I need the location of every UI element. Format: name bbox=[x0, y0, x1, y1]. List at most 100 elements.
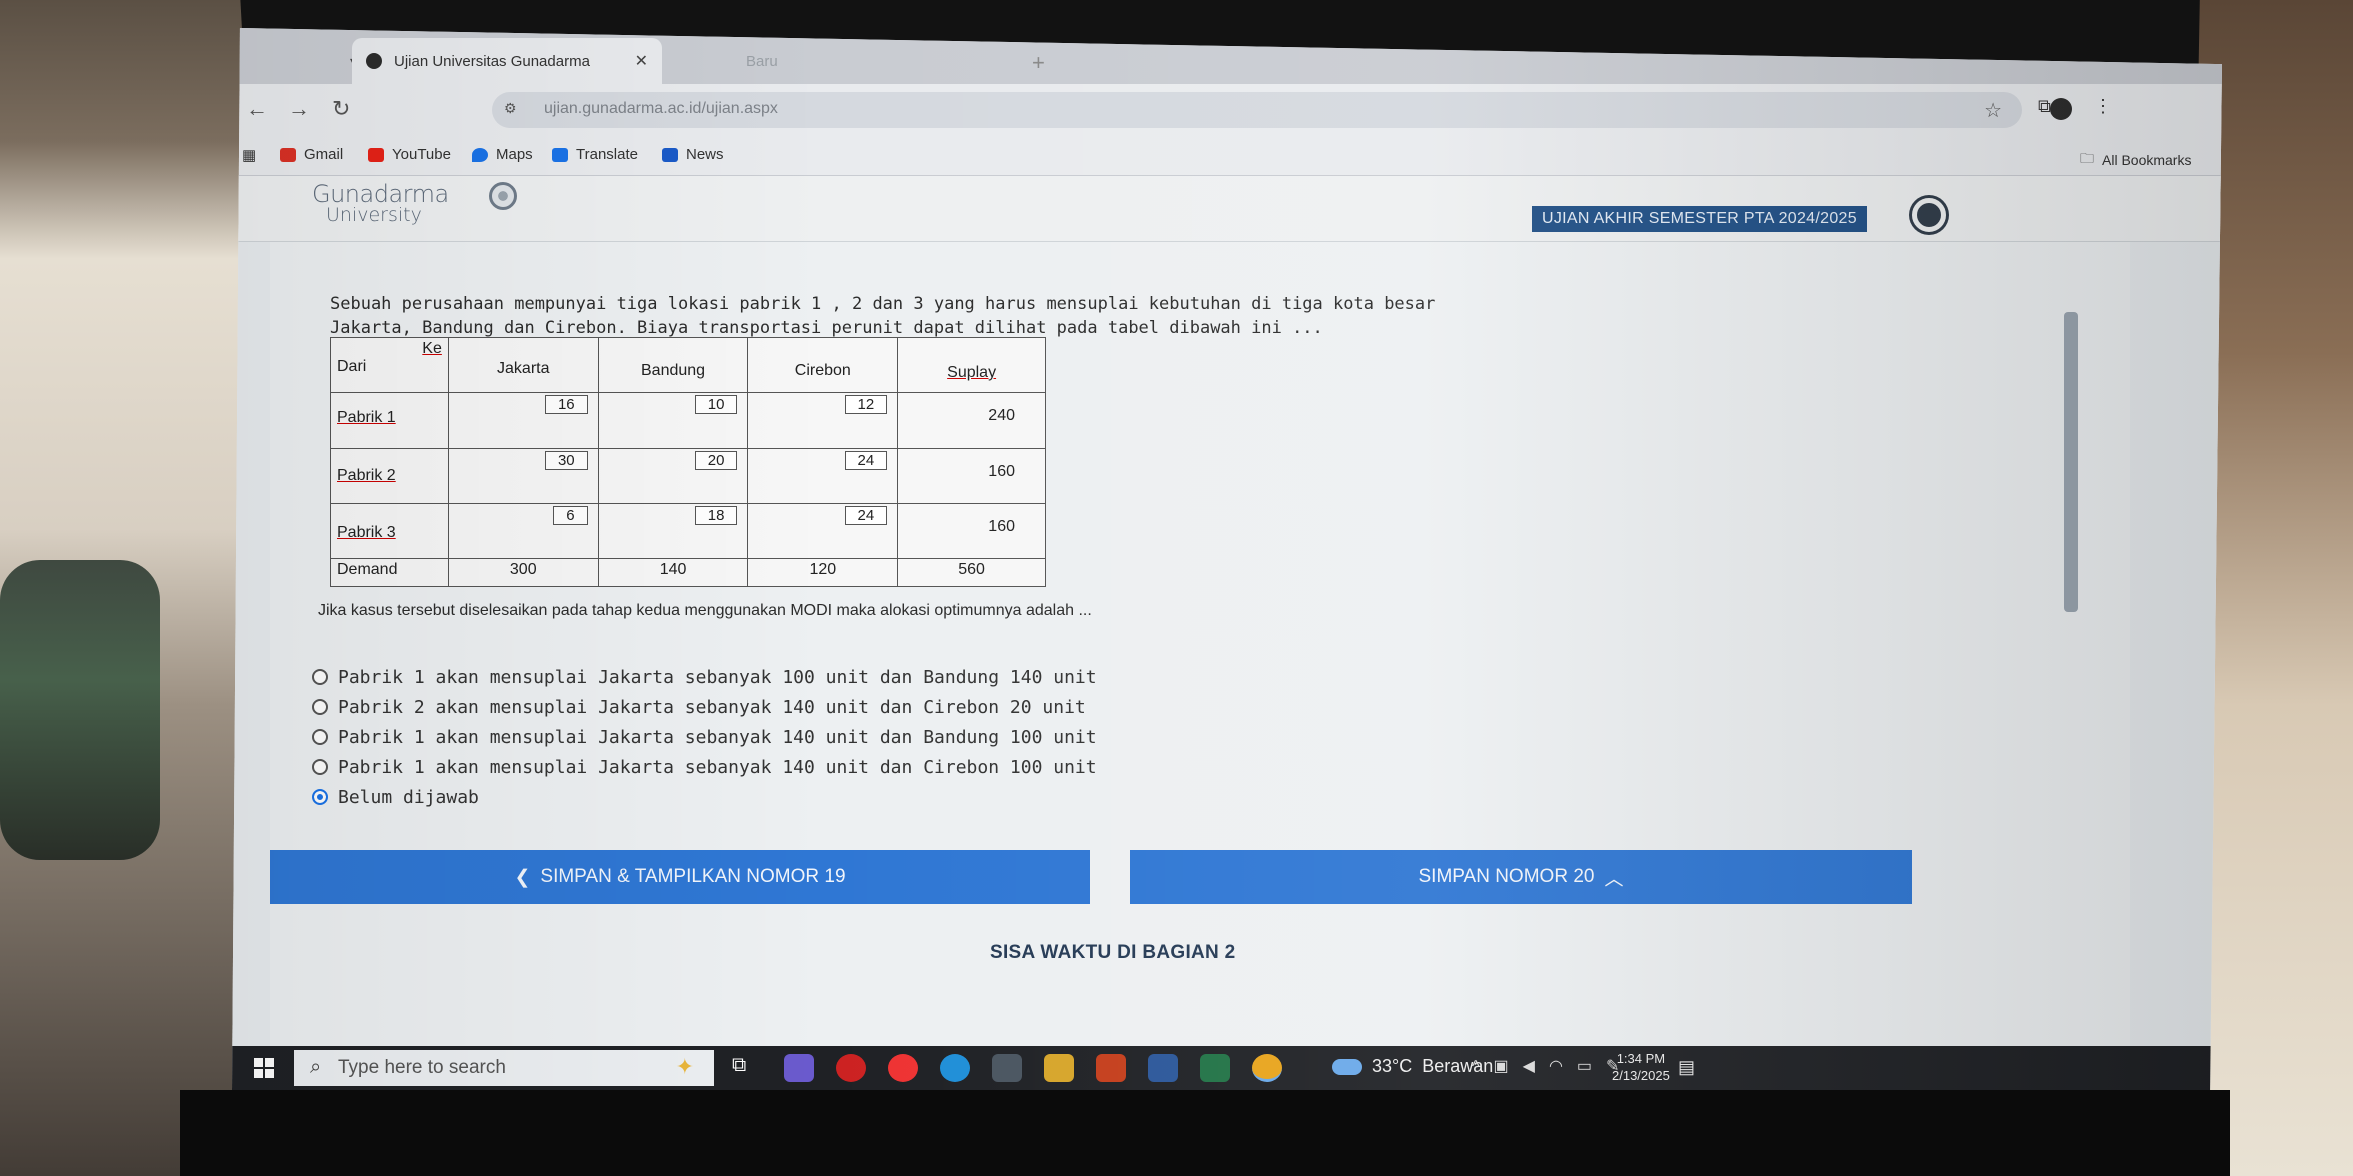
maps-icon bbox=[472, 147, 488, 162]
cost-cell: 12 bbox=[747, 392, 899, 449]
demand-label: Demand bbox=[330, 558, 449, 587]
copilot-app-icon[interactable] bbox=[784, 1054, 814, 1082]
header-ke: Ke bbox=[422, 340, 442, 357]
bookmark-star-icon[interactable]: ☆ bbox=[1984, 98, 2002, 123]
cost-cell: 18 bbox=[597, 502, 749, 560]
radio-button[interactable] bbox=[312, 699, 328, 715]
file-explorer-icon[interactable] bbox=[1044, 1054, 1074, 1082]
bookmark-gmail[interactable]: Gmail bbox=[280, 146, 343, 163]
chevron-left-icon: ❮ bbox=[514, 866, 531, 888]
chrome-icon[interactable] bbox=[1252, 1054, 1282, 1082]
question-prompt: Jika kasus tersebut diselesaikan pada ta… bbox=[318, 602, 1092, 619]
bookmark-maps[interactable]: Maps bbox=[472, 146, 533, 163]
opera-icon[interactable] bbox=[888, 1054, 918, 1082]
bookmark-label: YouTube bbox=[392, 146, 451, 163]
youtube-icon bbox=[368, 147, 384, 162]
word-icon[interactable] bbox=[1148, 1054, 1178, 1082]
taskbar-search-input[interactable]: ⌕ Type here to search ✦ bbox=[294, 1050, 714, 1086]
question-panel: Sebuah perusahaan mempunyai tiga lokasi … bbox=[270, 242, 2130, 1046]
radio-button[interactable] bbox=[312, 759, 328, 775]
save-next-button[interactable]: SIMPAN NOMOR 20 ︿ bbox=[1130, 850, 1912, 904]
bookmark-news[interactable]: News bbox=[662, 146, 724, 163]
excel-icon[interactable] bbox=[1200, 1054, 1230, 1082]
exam-title-badge: UJIAN AKHIR SEMESTER PTA 2024/2025 bbox=[1532, 206, 1867, 232]
save-and-show-previous-button[interactable]: ❮ SIMPAN & TAMPILKAN NOMOR 19 bbox=[270, 850, 1090, 904]
user-avatar[interactable] bbox=[1912, 198, 1946, 232]
row-label-text: Pabrik 3 bbox=[337, 523, 396, 541]
cost-cell: 10 bbox=[597, 392, 749, 449]
bookmark-label: Translate bbox=[576, 146, 638, 163]
bookmark-label: News bbox=[686, 146, 724, 163]
wifi-icon[interactable]: ◠ bbox=[1549, 1058, 1577, 1075]
edge-icon[interactable] bbox=[940, 1054, 970, 1082]
remaining-time-label: SISA WAKTU DI BAGIAN 2 bbox=[990, 942, 1236, 963]
notification-icon[interactable]: ▤ bbox=[1678, 1057, 1695, 1078]
forward-icon[interactable]: → bbox=[288, 96, 310, 122]
tab-inactive[interactable]: Baru bbox=[732, 38, 1012, 84]
demand-total: 560 bbox=[897, 558, 1046, 587]
all-bookmarks[interactable]: 🗀 All Bookmarks bbox=[2080, 148, 2191, 172]
row-label: Pabrik 1 bbox=[330, 392, 449, 449]
bookmark-youtube[interactable]: YouTube bbox=[368, 146, 451, 163]
battery-icon[interactable]: ▭ bbox=[1577, 1058, 1606, 1075]
question-line: Sebuah perusahaan mempunyai tiga lokasi … bbox=[330, 294, 1436, 314]
back-icon[interactable]: ← bbox=[246, 96, 268, 122]
clock[interactable]: 1:34 PM 2/13/2025 bbox=[1612, 1050, 1670, 1084]
demand-value: 300 bbox=[447, 558, 599, 587]
bookmark-translate[interactable]: Translate bbox=[552, 146, 638, 163]
favicon-icon bbox=[366, 53, 382, 69]
meet-icon[interactable]: ▣ bbox=[1494, 1058, 1523, 1075]
page-scrollbar[interactable] bbox=[2064, 312, 2078, 612]
chevron-up-icon[interactable]: ^ bbox=[1472, 1058, 1494, 1075]
weather-widget[interactable]: 33°C Berawan bbox=[1332, 1056, 1493, 1077]
demand-value: 120 bbox=[747, 558, 899, 587]
speaker-icon[interactable]: ◀ bbox=[1523, 1058, 1549, 1075]
url-text: ujian.gunadarma.ac.id/ujian.aspx bbox=[544, 100, 778, 117]
extensions-icon[interactable]: ⧉ bbox=[2038, 96, 2051, 117]
close-icon[interactable]: ✕ bbox=[635, 51, 648, 71]
apps-icon[interactable]: ▦ bbox=[242, 146, 256, 164]
menu-icon[interactable]: ⋮ bbox=[2094, 96, 2112, 117]
option-label: Pabrik 2 akan mensuplai Jakarta sebanyak… bbox=[338, 696, 1086, 718]
answer-option-4[interactable]: Pabrik 1 akan mensuplai Jakarta sebanyak… bbox=[312, 752, 1097, 782]
option-label: Pabrik 1 akan mensuplai Jakarta sebanyak… bbox=[338, 756, 1097, 778]
tab-active[interactable]: Ujian Universitas Gunadarma ✕ bbox=[352, 38, 662, 84]
answer-option-2[interactable]: Pabrik 2 akan mensuplai Jakarta sebanyak… bbox=[312, 692, 1097, 722]
radio-button-checked[interactable] bbox=[312, 789, 328, 805]
table-header-row: Ke Dari Jakarta Bandung Cirebon Suplay bbox=[330, 336, 1046, 394]
address-bar: ← → ↻ ⚙ ujian.gunadarma.ac.id/ujian.aspx… bbox=[232, 84, 2222, 136]
radio-button[interactable] bbox=[312, 729, 328, 745]
answer-option-unanswered[interactable]: Belum dijawab bbox=[312, 782, 1097, 812]
seal-icon bbox=[489, 182, 517, 210]
reload-icon[interactable]: ↻ bbox=[332, 96, 350, 122]
cost-value: 30 bbox=[544, 450, 588, 470]
supply-cell: 160 bbox=[897, 447, 1046, 504]
tab-title: Baru bbox=[746, 52, 778, 70]
url-input[interactable]: ⚙ ujian.gunadarma.ac.id/ujian.aspx ☆ bbox=[492, 92, 2022, 128]
windows-start-icon[interactable] bbox=[254, 1058, 274, 1078]
row-label: Pabrik 2 bbox=[330, 447, 449, 504]
radio-button[interactable] bbox=[312, 669, 328, 685]
camera-icon[interactable] bbox=[992, 1054, 1022, 1082]
cost-value: 10 bbox=[694, 395, 738, 415]
answer-option-3[interactable]: Pabrik 1 akan mensuplai Jakarta sebanyak… bbox=[312, 722, 1097, 752]
university-logo: Gunadarma University bbox=[312, 182, 517, 225]
table-row: Pabrik 2 30 20 24 160 bbox=[330, 447, 1046, 504]
task-view-icon[interactable]: ⧉ bbox=[732, 1054, 762, 1082]
profile-avatar[interactable] bbox=[2050, 98, 2072, 120]
answer-option-1[interactable]: Pabrik 1 akan mensuplai Jakarta sebanyak… bbox=[312, 662, 1097, 692]
exam-page: Gunadarma University UJIAN AKHIR SEMESTE… bbox=[232, 176, 2222, 1046]
opera-gx-icon[interactable] bbox=[836, 1054, 866, 1082]
powerpoint-icon[interactable] bbox=[1096, 1054, 1126, 1082]
site-info-icon[interactable]: ⚙ bbox=[504, 100, 517, 117]
new-tab-icon[interactable]: + bbox=[1032, 50, 1045, 76]
cost-cell: 20 bbox=[597, 447, 749, 504]
copilot-sparkle-icon: ✦ bbox=[675, 1054, 694, 1079]
system-tray[interactable]: ^▣◀◠▭✎ bbox=[1472, 1056, 1633, 1076]
bookmark-label: Maps bbox=[496, 146, 533, 163]
translate-icon bbox=[552, 147, 568, 162]
table-row: Pabrik 3 6 18 24 160 bbox=[330, 502, 1046, 560]
supply-value: 240 bbox=[988, 407, 1015, 425]
column-header: Bandung bbox=[597, 336, 749, 394]
cost-value: 24 bbox=[844, 450, 888, 470]
